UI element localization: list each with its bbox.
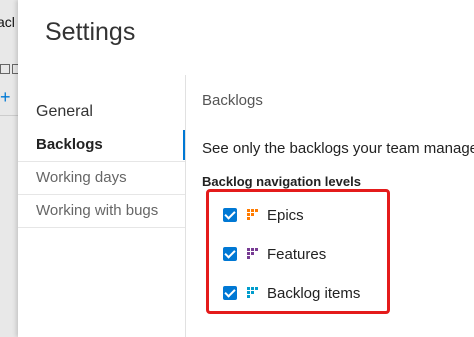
level-row-epics[interactable]: Epics	[223, 204, 304, 226]
backlog-items-checkbox[interactable]	[223, 286, 237, 300]
features-checkbox[interactable]	[223, 247, 237, 261]
features-label: Features	[267, 245, 327, 263]
section-description: See only the backlogs your team manages	[202, 140, 474, 157]
level-row-backlog-items[interactable]: Backlog items	[223, 282, 360, 304]
background-title: acl	[0, 14, 15, 30]
settings-panel: Settings General Backlogs Working days W…	[18, 0, 474, 337]
settings-nav: General Backlogs Working days Working wi…	[18, 95, 186, 228]
section-title: Backlogs	[202, 92, 263, 109]
epic-icon	[247, 209, 258, 220]
panel-title: Settings	[45, 18, 136, 46]
nav-item-working-with-bugs[interactable]: Working with bugs	[18, 194, 186, 228]
feature-icon	[247, 248, 258, 259]
nav-divider	[185, 75, 186, 337]
add-icon[interactable]: +	[0, 88, 11, 106]
expand-icon[interactable]	[0, 64, 10, 74]
backlog-item-icon	[247, 287, 258, 298]
backlog-items-label: Backlog items	[267, 284, 361, 302]
content-area: Backlogs See only the backlogs your team…	[202, 92, 474, 189]
levels-label: Backlog navigation levels	[202, 174, 361, 189]
epics-checkbox[interactable]	[223, 208, 237, 222]
levels-highlight-box: Epics Features Backlog items	[206, 189, 390, 314]
nav-item-backlogs[interactable]: Backlogs	[18, 129, 186, 161]
nav-item-working-days[interactable]: Working days	[18, 161, 186, 194]
level-row-features[interactable]: Features	[223, 243, 326, 265]
nav-item-general[interactable]: General	[18, 95, 186, 129]
epics-label: Epics	[267, 206, 304, 224]
